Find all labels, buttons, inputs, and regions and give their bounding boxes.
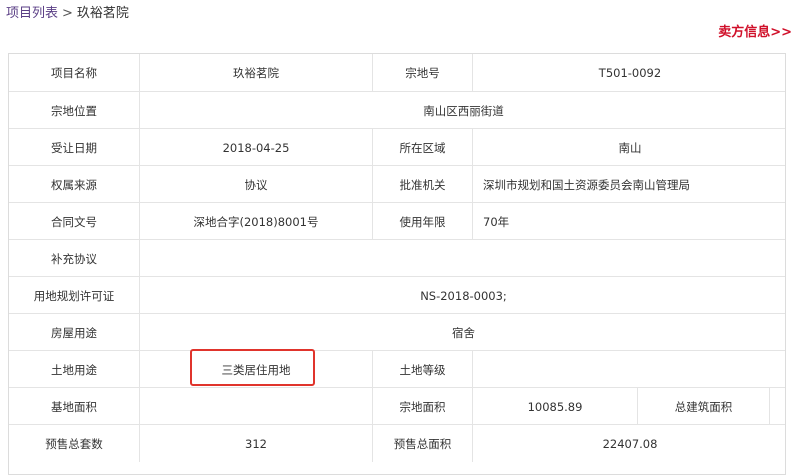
table-row-project-name: 项目名称 玖裕茗院 宗地号 T501-0092	[9, 54, 785, 91]
table-row-parcel-location: 宗地位置 南山区西丽街道	[9, 91, 785, 129]
parcel-area-label: 宗地面积	[372, 388, 472, 425]
parcel-area-value: 10085.89	[472, 388, 637, 425]
land-use-value: 三类居住用地	[139, 351, 372, 388]
presale-units-label: 预售总套数	[45, 436, 103, 451]
land-grade-value	[472, 351, 785, 388]
district-label: 所在区域	[372, 129, 472, 166]
base-area-value	[139, 388, 372, 425]
approval-authority-label: 批准机关	[372, 166, 472, 203]
land-permit-value: NS-2018-0003;	[139, 277, 785, 314]
transfer-date-value: 2018-04-25	[139, 129, 372, 166]
table-row-building-use: 房屋用途 宿舍	[9, 313, 785, 351]
supplement-label: 补充协议	[51, 251, 97, 266]
project-name-label: 项目名称	[51, 65, 97, 80]
approval-authority-value: 深圳市规划和国土资源委员会南山管理局	[472, 166, 785, 203]
presale-units-value: 312	[139, 425, 372, 462]
total-floor-area-value	[769, 388, 785, 425]
total-floor-area-label: 总建筑面积	[637, 388, 769, 425]
parcel-location-label: 宗地位置	[51, 103, 97, 118]
land-permit-label: 用地规划许可证	[33, 288, 115, 303]
ownership-source-label: 权属来源	[51, 177, 97, 192]
building-use-label: 房屋用途	[51, 325, 97, 340]
parcel-location-value: 南山区西丽街道	[139, 92, 785, 129]
use-years-value: 70年	[472, 203, 785, 240]
project-name-value: 玖裕茗院	[139, 54, 372, 91]
district-value: 南山	[472, 129, 785, 166]
contract-no-label: 合同文号	[51, 214, 97, 229]
supplement-value	[139, 240, 785, 277]
parcel-no-label: 宗地号	[372, 54, 472, 91]
use-years-label: 使用年限	[372, 203, 472, 240]
breadcrumb-project-list-link[interactable]: 项目列表	[6, 6, 58, 21]
land-use-label: 土地用途	[51, 362, 97, 377]
breadcrumb: 项目列表 > 玖裕茗院	[6, 2, 129, 21]
ownership-source-value: 协议	[139, 166, 372, 203]
parcel-no-value: T501-0092	[472, 54, 785, 91]
table-row-land-permit: 用地规划许可证 NS-2018-0003;	[9, 276, 785, 314]
transfer-date-label: 受让日期	[51, 140, 97, 155]
breadcrumb-separator: >	[62, 6, 73, 21]
table-row-transfer-date: 受让日期 2018-04-25 所在区域 南山	[9, 128, 785, 166]
seller-info-link[interactable]: 卖方信息>>	[718, 21, 792, 40]
table-row-supplement: 补充协议	[9, 239, 785, 277]
base-area-label: 基地面积	[51, 399, 97, 414]
contract-no-value: 深地合字(2018)8001号	[139, 203, 372, 240]
breadcrumb-current: 玖裕茗院	[76, 6, 129, 21]
table-row-area: 基地面积 宗地面积 10085.89 总建筑面积	[9, 387, 785, 425]
table-row-land-use: 土地用途 三类居住用地 土地等级	[9, 350, 785, 388]
table-row-presale: 预售总套数 312 预售总面积 22407.08	[9, 424, 785, 462]
table-row-ownership-source: 权属来源 协议 批准机关 深圳市规划和国土资源委员会南山管理局	[9, 165, 785, 203]
presale-area-label: 预售总面积	[372, 425, 472, 462]
land-grade-label: 土地等级	[372, 351, 472, 388]
building-use-value: 宿舍	[139, 314, 785, 351]
table-row-contract-no: 合同文号 深地合字(2018)8001号 使用年限 70年	[9, 202, 785, 240]
presale-area-value: 22407.08	[472, 425, 785, 462]
project-info-table: 项目名称 玖裕茗院 宗地号 T501-0092 宗地位置 南山区西丽街道 受让日…	[8, 53, 786, 475]
